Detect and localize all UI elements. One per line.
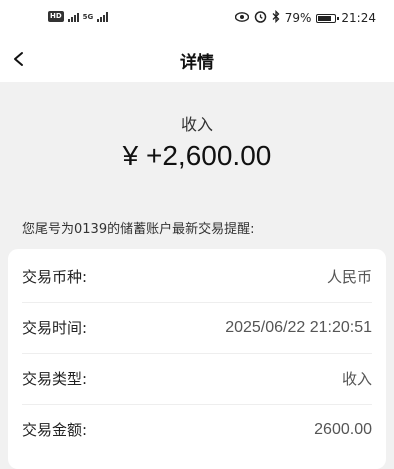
signal-icon-2 <box>97 11 109 22</box>
detail-label: 交易类型: <box>22 370 88 388</box>
detail-value: 2025/06/22 21:20:51 <box>225 318 372 336</box>
detail-row-type: 交易类型: 收入 <box>22 353 372 405</box>
detail-row-amount: 交易金额: 2600.00 <box>22 404 372 455</box>
transaction-amount: ¥ +2,600.00 <box>122 140 272 171</box>
bluetooth-icon <box>272 9 280 26</box>
status-bar: HD 5G 79% 21:24 <box>0 0 394 36</box>
status-right: 79% 21:24 <box>234 9 376 26</box>
account-notice: 您尾号为0139的储蓄账户最新交易提醒: <box>22 222 255 237</box>
network-label: 5G <box>82 12 94 21</box>
status-left: HD 5G <box>48 11 109 22</box>
detail-label: 交易时间: <box>22 319 88 337</box>
signal-icon <box>67 11 79 22</box>
nav-header: 详情 <box>0 36 394 82</box>
detail-label: 交易币种: <box>22 268 88 286</box>
detail-value: 人民币 <box>326 268 372 286</box>
page-title: 详情 <box>180 53 214 73</box>
details-card: 交易币种: 人民币 交易时间: 2025/06/22 21:20:51 交易类型… <box>8 249 386 469</box>
transaction-type-label: 收入 <box>180 115 213 134</box>
detail-value: 2600.00 <box>314 420 372 438</box>
detail-value: 收入 <box>341 370 372 388</box>
alarm-icon <box>254 10 267 26</box>
hd-icon: HD <box>48 11 64 22</box>
detail-label: 交易金额: <box>22 421 88 439</box>
clock: 21:24 <box>341 11 376 25</box>
battery-icon <box>316 13 340 23</box>
eye-icon <box>234 11 249 25</box>
detail-row-time: 交易时间: 2025/06/22 21:20:51 <box>22 302 372 354</box>
detail-row-currency: 交易币种: 人民币 <box>22 251 372 303</box>
battery-percent: 79% <box>284 11 312 25</box>
